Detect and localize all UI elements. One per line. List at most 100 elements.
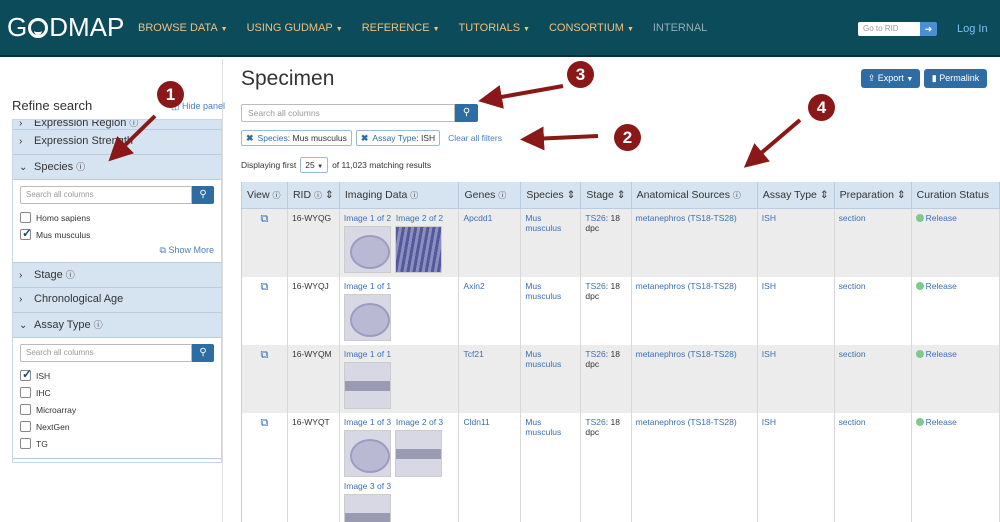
sort-icon[interactable]: ⇕	[325, 189, 334, 201]
sort-icon[interactable]: ⇕	[820, 189, 829, 201]
cell-assay[interactable]: ISH	[757, 412, 835, 522]
show-more-link[interactable]: ⧉ Show More	[20, 245, 214, 256]
cell-gene[interactable]: Cldn11	[458, 412, 522, 522]
stage-link[interactable]: TS26	[585, 349, 605, 359]
nav-browse-data[interactable]: BROWSE DATA ▼	[138, 22, 228, 34]
sort-icon[interactable]: ⇕	[897, 189, 906, 201]
checkbox-checked[interactable]	[20, 367, 32, 381]
assay-option-tg[interactable]: TG	[20, 435, 214, 452]
nav-consortium[interactable]: CONSORTIUM ▼	[549, 22, 634, 34]
export-button[interactable]: ⇪ Export ▼	[861, 69, 920, 88]
view-details-icon[interactable]: ⧉	[242, 208, 288, 277]
sort-icon[interactable]: ⇕	[617, 189, 626, 201]
species-search-input[interactable]: Search all columns	[20, 186, 192, 204]
cell-anatomy[interactable]: metanephros (TS18-TS28)	[631, 208, 758, 277]
stage-link[interactable]: TS26	[585, 213, 605, 223]
view-details-icon[interactable]: ⧉	[242, 412, 288, 522]
cell-assay[interactable]: ISH	[757, 208, 835, 277]
image-link[interactable]: Image 1 of 1	[344, 281, 391, 291]
cell-status[interactable]: Release	[911, 276, 1000, 345]
filter-chip-species[interactable]: ✖ Species: Mus musculus	[241, 130, 352, 146]
cell-status[interactable]: Release	[911, 208, 1000, 277]
assay-option-ish[interactable]: ISH	[20, 367, 214, 384]
remove-icon[interactable]: ✖	[361, 133, 369, 144]
image-thumbnail[interactable]	[343, 429, 391, 477]
cell-prep[interactable]: section	[834, 276, 912, 345]
facet-expression-region[interactable]: › Expression Region ⓘ	[13, 120, 221, 130]
cell-status[interactable]: Release	[911, 344, 1000, 413]
main-search-button[interactable]: ⚲	[455, 104, 478, 122]
col-rid[interactable]: RID ⓘ ⇕	[287, 182, 340, 209]
cell-species[interactable]: Mus musculus	[520, 412, 582, 522]
main-search-input[interactable]: Search all columns	[241, 104, 455, 122]
login-link[interactable]: Log In	[957, 23, 988, 35]
species-option-mus-musculus[interactable]: Mus musculus	[20, 226, 214, 243]
col-assay-type[interactable]: Assay Type ⇕	[757, 182, 835, 209]
cell-gene[interactable]: Axin2	[458, 276, 522, 345]
cell-anatomy[interactable]: metanephros (TS18-TS28)	[631, 344, 758, 413]
image-link[interactable]: Image 1 of 1	[344, 349, 391, 359]
permalink-button[interactable]: ▮ Permalink	[924, 69, 987, 88]
nav-using-gudmap[interactable]: USING GUDMAP ▼	[247, 22, 343, 34]
checkbox[interactable]	[20, 404, 31, 415]
remove-icon[interactable]: ✖	[246, 133, 254, 144]
page-size-select[interactable]: 25 ▼	[300, 157, 329, 173]
cell-status[interactable]: Release	[911, 412, 1000, 522]
gudmap-logo[interactable]: G DMAP	[7, 12, 124, 43]
filter-chip-assay-type[interactable]: ✖ Assay Type: ISH	[355, 130, 441, 146]
nav-internal[interactable]: INTERNAL	[653, 22, 707, 34]
stage-link[interactable]: TS26	[585, 281, 605, 291]
image-thumbnail[interactable]	[343, 361, 391, 409]
cell-assay[interactable]: ISH	[757, 344, 835, 413]
checkbox[interactable]	[20, 438, 31, 449]
facet-chronological-age[interactable]: › Chronological Age	[13, 288, 221, 313]
assay-search-input[interactable]: Search all columns	[20, 344, 192, 362]
assay-option-ihc[interactable]: IHC	[20, 384, 214, 401]
col-stage[interactable]: Stage ⇕	[580, 182, 632, 209]
cell-prep[interactable]: section	[834, 344, 912, 413]
cell-prep[interactable]: section	[834, 412, 912, 522]
checkbox[interactable]	[20, 421, 31, 432]
nav-reference[interactable]: REFERENCE ▼	[362, 22, 440, 34]
facet-species[interactable]: ⌄ Species ⓘ	[13, 155, 221, 180]
cell-species[interactable]: Mus musculus	[520, 276, 582, 345]
image-thumbnail[interactable]	[394, 225, 442, 273]
image-link[interactable]: Image 1 of 2	[344, 213, 391, 223]
cell-anatomy[interactable]: metanephros (TS18-TS28)	[631, 276, 758, 345]
clear-all-filters-link[interactable]: Clear all filters	[448, 133, 502, 143]
sort-icon[interactable]: ⇕	[567, 189, 576, 201]
image-link[interactable]: Image 1 of 3	[344, 417, 391, 427]
col-anatomical-sources[interactable]: Anatomical Sources ⓘ	[631, 182, 758, 209]
cell-gene[interactable]: Apcdd1	[458, 208, 522, 277]
image-thumbnail[interactable]	[343, 493, 391, 522]
image-link[interactable]: Image 2 of 2	[396, 213, 443, 223]
nav-tutorials[interactable]: TUTORIALS ▼	[459, 22, 530, 34]
assay-search-button[interactable]: ⚲	[192, 344, 214, 362]
stage-link[interactable]: TS26	[585, 417, 605, 427]
checkbox[interactable]	[20, 212, 31, 223]
cell-prep[interactable]: section	[834, 208, 912, 277]
image-thumbnail[interactable]	[394, 429, 442, 477]
facet-assay-type[interactable]: ⌄ Assay Type ⓘ	[13, 313, 221, 338]
col-genes[interactable]: Genes ⓘ	[458, 182, 522, 209]
image-link[interactable]: Image 2 of 3	[396, 417, 443, 427]
species-option-homo-sapiens[interactable]: Homo sapiens	[20, 209, 214, 226]
col-preparation[interactable]: Preparation ⇕	[834, 182, 912, 209]
image-thumbnail[interactable]	[343, 293, 391, 341]
col-species[interactable]: Species ⇕	[520, 182, 582, 209]
assay-option-microarray[interactable]: Microarray	[20, 401, 214, 418]
go-to-rid-input[interactable]: Go to RID	[858, 22, 920, 36]
view-details-icon[interactable]: ⧉	[242, 344, 288, 413]
checkbox-checked[interactable]	[20, 226, 32, 240]
checkbox[interactable]	[20, 387, 31, 398]
image-thumbnail[interactable]	[343, 225, 391, 273]
go-to-rid-button[interactable]: ➜	[920, 22, 937, 36]
cell-anatomy[interactable]: metanephros (TS18-TS28)	[631, 412, 758, 522]
assay-option-nextgen[interactable]: NextGen	[20, 418, 214, 435]
col-imaging-data[interactable]: Imaging Data ⓘ	[339, 182, 460, 209]
image-link[interactable]: Image 3 of 3	[344, 481, 391, 491]
cell-species[interactable]: Mus musculus	[520, 208, 582, 277]
facet-stage[interactable]: › Stage ⓘ	[13, 263, 221, 288]
col-curation-status[interactable]: Curation Status	[911, 182, 1000, 209]
cell-gene[interactable]: Tcf21	[458, 344, 522, 413]
